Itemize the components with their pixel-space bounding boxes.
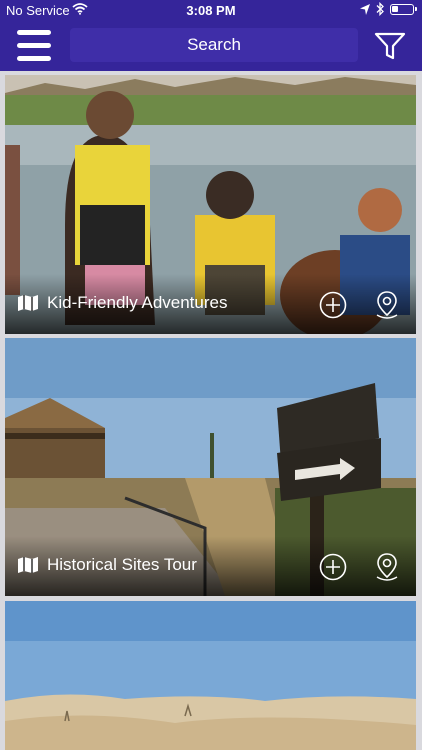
bluetooth-icon bbox=[376, 2, 384, 16]
tour-card[interactable] bbox=[5, 601, 416, 750]
map-icon bbox=[18, 557, 38, 573]
filter-funnel-icon[interactable] bbox=[374, 31, 406, 61]
plus-circle-icon[interactable] bbox=[319, 291, 347, 319]
card-photo bbox=[5, 601, 416, 750]
plus-circle-icon[interactable] bbox=[319, 553, 347, 581]
tour-card[interactable]: Historical Sites Tour bbox=[5, 338, 416, 596]
map-icon bbox=[18, 295, 38, 311]
card-title: Historical Sites Tour bbox=[47, 555, 197, 574]
card-title-row: Kid-Friendly Adventures bbox=[17, 290, 227, 316]
status-bar: No Service 3:08 PM bbox=[0, 0, 422, 22]
card-title: Kid-Friendly Adventures bbox=[47, 293, 228, 312]
battery-icon bbox=[390, 4, 417, 15]
search-input[interactable]: Search bbox=[70, 28, 358, 62]
map-pin-icon[interactable] bbox=[373, 290, 401, 320]
map-pin-icon[interactable] bbox=[373, 552, 401, 582]
tour-card[interactable]: Kid-Friendly Adventures bbox=[5, 75, 416, 334]
clock: 3:08 PM bbox=[186, 3, 236, 18]
app-header: No Service 3:08 PM Search bbox=[0, 0, 422, 71]
card-title-row: Historical Sites Tour bbox=[17, 552, 197, 578]
hamburger-menu-icon[interactable] bbox=[17, 30, 51, 62]
location-arrow-icon bbox=[360, 4, 370, 15]
